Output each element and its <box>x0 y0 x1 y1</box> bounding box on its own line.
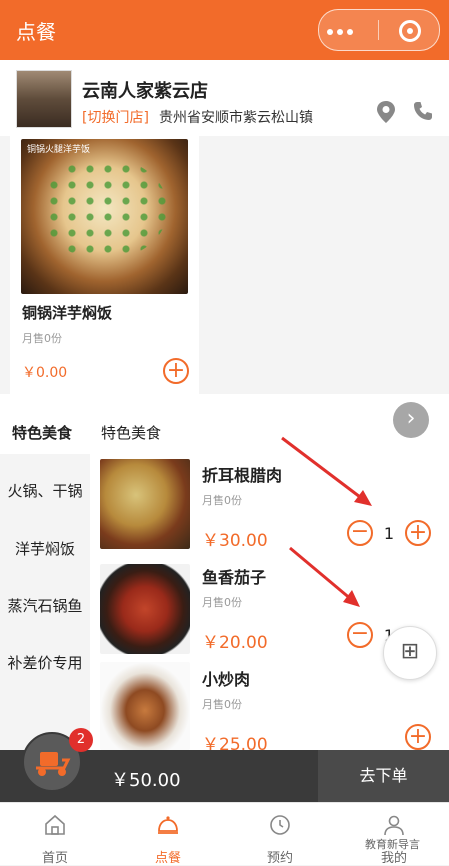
dish-sold: 月售0份 <box>202 596 242 609</box>
dish-image <box>100 459 190 549</box>
sidebar-item-hotpot[interactable]: 火锅、干锅 <box>0 480 90 501</box>
floating-menu-button[interactable]: ⊞ <box>383 626 437 680</box>
dish-sold: 月售0份 <box>202 698 242 711</box>
watermark: 教育新导言 <box>365 838 420 851</box>
phone-icon[interactable] <box>412 100 434 122</box>
add-featured-button[interactable]: + <box>163 358 189 384</box>
close-target-icon[interactable] <box>399 20 421 42</box>
app-header: 点餐 <box>0 0 449 60</box>
quantity-value: 1 <box>383 524 395 543</box>
clock-icon <box>270 815 290 835</box>
image-caption: 铜锅火腿洋芋饭 <box>27 145 91 155</box>
switch-store-link[interactable]: [切换门店] <box>82 107 149 127</box>
shop-photo <box>16 70 72 128</box>
page-title: 点餐 <box>16 20 56 44</box>
bottom-nav: 首页 点餐 预约 我的 <box>0 802 449 866</box>
sidebar-item-fish[interactable]: 蒸汽石锅鱼 <box>0 595 90 616</box>
annotation-arrows <box>281 436 372 607</box>
featured-dish-price: ￥0.00 <box>22 365 68 381</box>
nav-order[interactable]: 点餐 <box>128 803 208 866</box>
featured-dish-name: 铜锅洋芋焖饭 <box>22 304 113 322</box>
dish-name: 鱼香茄子 <box>202 568 267 587</box>
dish-price: ￥30.00 <box>202 531 268 551</box>
more-dots-icon[interactable] <box>337 29 343 35</box>
nav-label-reserve: 预约 <box>266 851 293 866</box>
increase-quantity-button[interactable]: + <box>405 520 431 546</box>
checkout-button[interactable]: 去下单 <box>318 750 449 802</box>
category-tabs: 特色美食 特色美食 › <box>0 394 449 454</box>
dish-sold: 月售0份 <box>202 494 242 507</box>
dish-image <box>100 662 190 750</box>
shop-name: 云南人家紫云店 <box>82 81 208 102</box>
tab-featured[interactable]: 特色美食 <box>101 422 161 443</box>
capsule-divider <box>378 20 379 40</box>
dish-name: 小炒肉 <box>202 670 251 689</box>
tab-featured-active[interactable]: 特色美食 <box>12 422 72 443</box>
featured-dish-card[interactable]: 铜锅火腿洋芋饭 铜锅洋芋焖饭 月售0份 ￥0.00 + <box>10 136 199 394</box>
nav-profile[interactable]: 我的 <box>354 803 434 866</box>
featured-dish-image: 铜锅火腿洋芋饭 <box>21 139 188 294</box>
home-icon <box>45 814 65 835</box>
nav-home[interactable]: 首页 <box>15 803 95 866</box>
dish-price: ￥20.00 <box>202 633 268 653</box>
featured-dish-sold: 月售0份 <box>22 332 62 345</box>
nav-reserve[interactable]: 预约 <box>240 803 320 866</box>
location-pin-icon[interactable] <box>376 100 396 124</box>
decrease-quantity-button[interactable]: − <box>347 622 373 648</box>
category-sidebar: 火锅、干锅 洋芋焖饭 蒸汽石锅鱼 补差价专用 <box>0 454 90 750</box>
user-icon <box>384 815 404 836</box>
dish-image <box>100 564 190 654</box>
sidebar-item-rice[interactable]: 洋芋焖饭 <box>0 538 90 559</box>
cloche-icon <box>158 816 178 834</box>
cart-total: ￥50.00 <box>111 770 181 791</box>
sidebar-item-surcharge[interactable]: 补差价专用 <box>0 652 90 673</box>
mini-program-capsule <box>318 9 440 51</box>
cart-count-badge: 2 <box>69 728 93 752</box>
nav-label-home: 首页 <box>41 851 68 866</box>
shop-header: 云南人家紫云店 [切换门店] 贵州省安顺市紫云松山镇 <box>0 60 449 136</box>
shop-address: 贵州省安顺市紫云松山镇 <box>159 110 313 126</box>
add-to-cart-button[interactable]: + <box>405 724 431 750</box>
nav-label-order: 点餐 <box>154 851 181 866</box>
chevron-right-icon[interactable]: › <box>393 402 429 438</box>
